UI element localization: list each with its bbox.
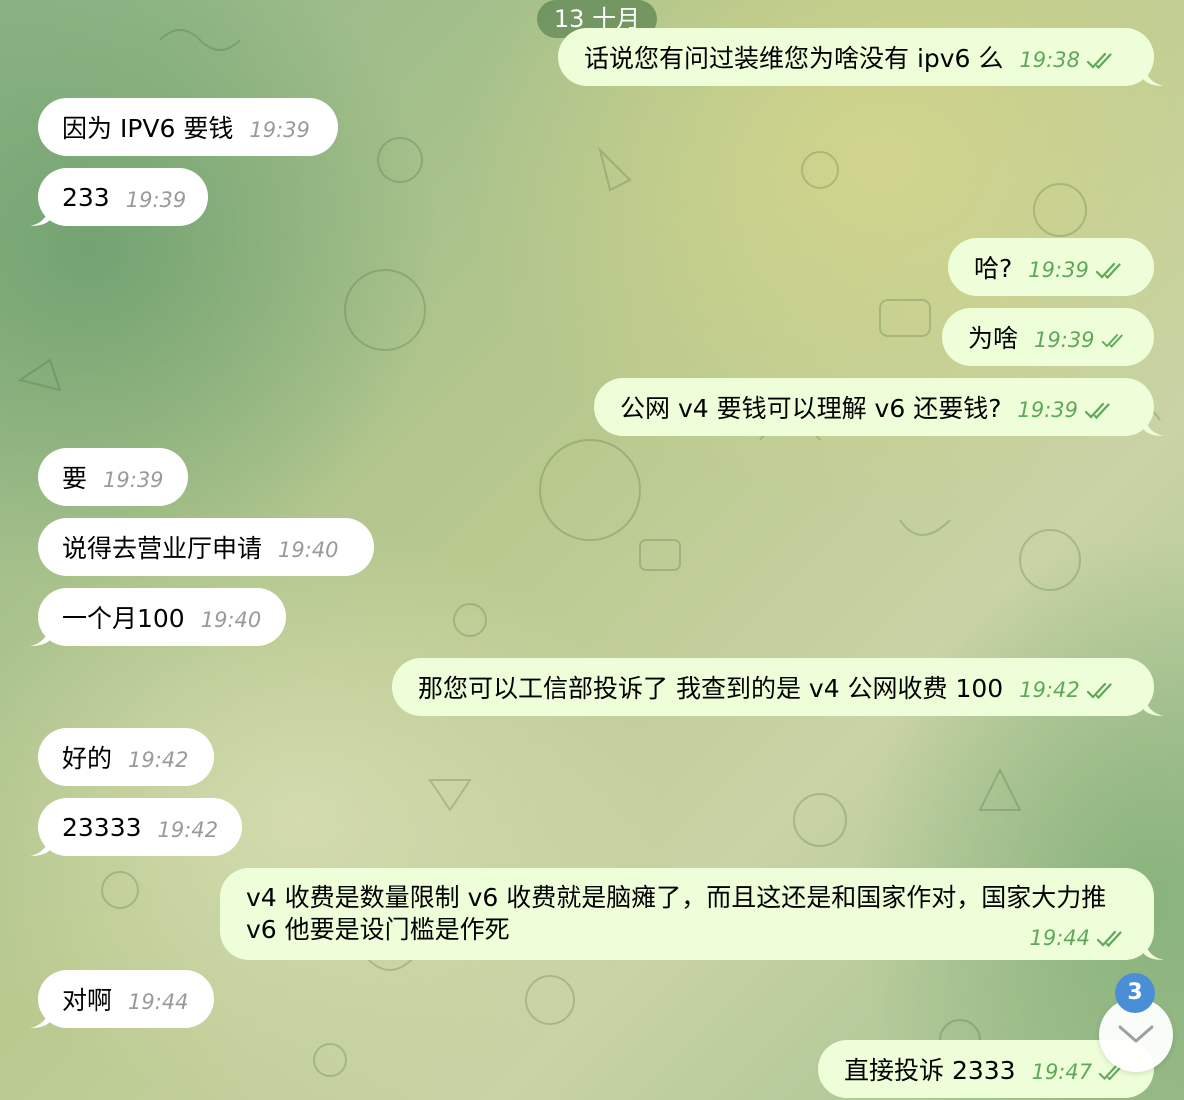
message-text: 对啊 — [62, 986, 113, 1015]
bubble-tail — [1144, 414, 1164, 436]
message-text: 23333 — [62, 812, 142, 842]
bubble-tail — [30, 624, 50, 646]
message-text: 好的 — [62, 744, 113, 773]
message-time: 19:40 — [200, 608, 262, 632]
double-check-icon — [1095, 262, 1121, 280]
bubble-tail — [1144, 694, 1164, 716]
unread-count-badge: 3 — [1115, 973, 1155, 1013]
bubble-tail — [30, 834, 50, 856]
double-check-icon — [1084, 402, 1110, 420]
message-bubble-outgoing[interactable]: v4 收费是数量限制 v6 收费就是脑瘫了，而且这还是和国家作对，国家大力推 v… — [220, 868, 1154, 960]
message-text: 一个月100 — [62, 604, 185, 633]
message-text: 那您可以工信部投诉了 我查到的是 v4 公网收费 100 — [418, 674, 1004, 703]
message-time: 19:42 — [128, 748, 189, 772]
message-bubble-incoming[interactable]: 要 19:39 — [38, 448, 188, 506]
bubble-tail — [1144, 938, 1164, 960]
chevron-down-icon — [1118, 1025, 1154, 1043]
message-bubble-outgoing[interactable]: 话说您有问过装维您为啥没有 ipv6 么 19:38 — [558, 28, 1154, 86]
message-time: 19:42 — [157, 818, 219, 842]
message-bubble-outgoing[interactable]: 哈? 19:39 — [948, 238, 1154, 296]
message-bubble-outgoing[interactable]: 公网 v4 要钱可以理解 v6 还要钱? 19:39 — [594, 378, 1154, 436]
message-time: 19:38 — [1019, 48, 1080, 72]
message-text: 话说您有问过装维您为啥没有 ipv6 么 — [584, 44, 1004, 73]
message-time: 19:39 — [249, 118, 310, 142]
message-time: 19:40 — [278, 538, 339, 562]
message-text: 直接投诉 2333 — [844, 1056, 1016, 1085]
message-bubble-outgoing[interactable]: 那您可以工信部投诉了 我查到的是 v4 公网收费 100 19:42 — [392, 658, 1154, 716]
message-bubble-incoming[interactable]: 23333 19:42 — [38, 798, 242, 856]
double-check-icon — [1086, 52, 1112, 70]
bubble-tail — [30, 204, 50, 226]
message-text: 因为 IPV6 要钱 — [62, 114, 234, 143]
message-bubble-outgoing[interactable]: 为啥 19:39 — [942, 308, 1154, 366]
double-check-icon — [1101, 334, 1123, 348]
message-bubble-incoming[interactable]: 因为 IPV6 要钱 19:39 — [38, 98, 338, 156]
message-bubble-incoming[interactable]: 好的 19:42 — [38, 728, 214, 786]
message-time: 19:44 — [1029, 926, 1090, 950]
message-text: 哈? — [974, 254, 1013, 283]
double-check-icon — [1096, 930, 1122, 948]
message-time: 19:39 — [125, 188, 187, 212]
message-text: v4 收费是数量限制 v6 收费就是脑瘫了，而且这还是和国家作对，国家大力推 v… — [246, 883, 1107, 944]
message-text: 公网 v4 要钱可以理解 v6 还要钱? — [620, 394, 1002, 423]
message-time: 19:39 — [1017, 398, 1078, 422]
message-time: 19:44 — [128, 990, 189, 1014]
message-bubble-incoming[interactable]: 说得去营业厅申请 19:40 — [38, 518, 374, 576]
message-text: 233 — [62, 182, 110, 212]
message-bubble-incoming[interactable]: 对啊 19:44 — [38, 970, 214, 1028]
bubble-tail — [1144, 64, 1164, 86]
message-text: 要 — [62, 464, 88, 493]
message-bubble-incoming[interactable]: 233 19:39 — [38, 168, 208, 226]
double-check-icon — [1086, 682, 1112, 700]
bubble-tail — [30, 1006, 50, 1028]
message-text: 为啥 — [968, 324, 1019, 353]
message-text: 说得去营业厅申请 — [62, 534, 263, 563]
message-time: 19:42 — [1019, 678, 1080, 702]
message-time: 19:39 — [1034, 328, 1095, 352]
message-time: 19:39 — [103, 468, 164, 492]
message-time: 19:47 — [1031, 1060, 1093, 1084]
message-bubble-incoming[interactable]: 一个月100 19:40 — [38, 588, 286, 646]
message-time: 19:39 — [1028, 258, 1089, 282]
